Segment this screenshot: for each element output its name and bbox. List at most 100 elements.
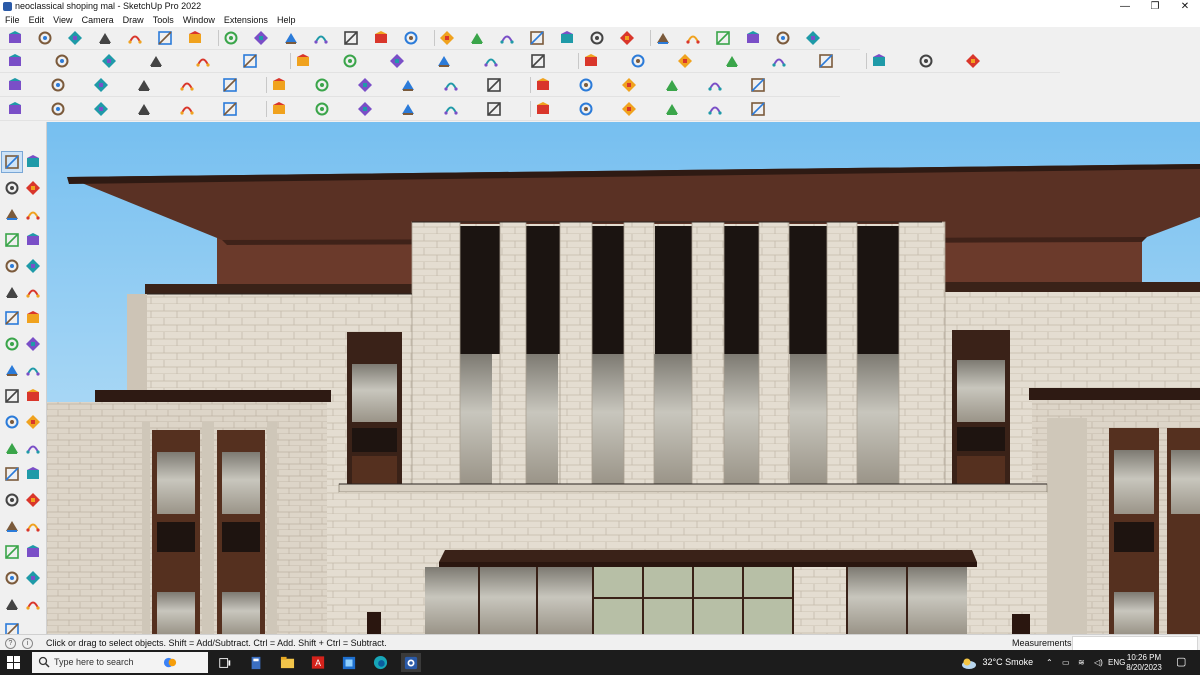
section-plane-icon[interactable] xyxy=(558,29,576,47)
line-icon[interactable] xyxy=(96,29,114,47)
info-icon[interactable]: i xyxy=(22,638,33,649)
tool-push-pull-icon[interactable] xyxy=(2,360,22,380)
close-button[interactable]: ✕ xyxy=(1170,0,1200,13)
help-icon[interactable]: ? xyxy=(5,638,16,649)
tool-freehand-icon[interactable] xyxy=(23,230,43,250)
edges-icon[interactable] xyxy=(582,52,600,70)
textured-icon[interactable] xyxy=(482,52,500,70)
text-icon[interactable] xyxy=(372,29,390,47)
sandbox-drape-icon[interactable] xyxy=(749,76,767,94)
pan-icon[interactable] xyxy=(468,29,486,47)
make-face-icon[interactable] xyxy=(663,76,681,94)
zoom-window-icon[interactable] xyxy=(528,29,546,47)
tool-follow-me-icon[interactable] xyxy=(23,334,43,354)
b-spline-icon[interactable] xyxy=(178,100,196,118)
front-view-icon[interactable] xyxy=(100,52,118,70)
orbit-icon[interactable] xyxy=(438,29,456,47)
sketchup-taskbar-icon[interactable] xyxy=(401,653,421,672)
battery-icon[interactable]: ▭ xyxy=(1062,650,1070,675)
array-icon[interactable] xyxy=(706,100,724,118)
weld-icon[interactable] xyxy=(620,76,638,94)
tool-pie-icon[interactable] xyxy=(23,308,43,328)
tool-walk-icon[interactable] xyxy=(2,594,22,614)
back-view-icon[interactable] xyxy=(194,52,212,70)
rotate-icon[interactable] xyxy=(252,29,270,47)
offset-icon[interactable] xyxy=(312,29,330,47)
menu-view[interactable]: View xyxy=(50,13,75,27)
tool-scale-icon[interactable] xyxy=(23,386,43,406)
fog-icon[interactable] xyxy=(744,29,762,47)
language-indicator[interactable]: ENG xyxy=(1108,650,1125,675)
joint-push-pull-icon[interactable] xyxy=(356,76,374,94)
tool-protractor-icon[interactable] xyxy=(2,438,22,458)
subtract-icon[interactable] xyxy=(770,52,788,70)
tool-zoom-icon[interactable] xyxy=(2,516,22,536)
weather-widget[interactable]: 32°C Smoke xyxy=(961,650,1033,675)
windows-start-icon[interactable] xyxy=(7,656,20,669)
profile-builder-icon[interactable] xyxy=(442,100,460,118)
news-widget-icon[interactable] xyxy=(160,653,180,672)
move-icon[interactable] xyxy=(222,29,240,47)
file-explorer-icon[interactable] xyxy=(277,653,297,672)
sandbox-icon[interactable] xyxy=(804,29,822,47)
zoom-icon[interactable] xyxy=(498,29,516,47)
minimize-button[interactable]: — xyxy=(1110,0,1140,13)
tape-measure-icon[interactable] xyxy=(342,29,360,47)
tool-move-icon[interactable] xyxy=(23,360,43,380)
tool-zoom-extents-icon[interactable] xyxy=(2,542,22,562)
split-icon[interactable] xyxy=(870,52,888,70)
hidden-line-icon[interactable] xyxy=(388,52,406,70)
tool-3d-text-icon[interactable] xyxy=(23,464,43,484)
maximize-button[interactable]: ❐ xyxy=(1140,0,1170,13)
wifi-icon[interactable]: ≋ xyxy=(1078,650,1085,675)
fredo-scale-icon[interactable] xyxy=(442,76,460,94)
extrude-icon[interactable] xyxy=(6,76,24,94)
shaded-icon[interactable] xyxy=(435,52,453,70)
tool-arc-icon[interactable] xyxy=(2,308,22,328)
offset-curve-icon[interactable] xyxy=(270,100,288,118)
menu-window[interactable]: Window xyxy=(180,13,218,27)
tool-previous-view-icon[interactable] xyxy=(23,542,43,562)
shape-bender-icon[interactable] xyxy=(270,76,288,94)
shadows-icon[interactable] xyxy=(714,29,732,47)
tool-rectangle-icon[interactable] xyxy=(2,256,22,276)
edge-browser-icon[interactable] xyxy=(370,653,390,672)
match-photo-icon[interactable] xyxy=(774,29,792,47)
tool-position-camera-icon[interactable] xyxy=(2,568,22,588)
door-tool-icon[interactable] xyxy=(620,100,638,118)
outer-shell-icon[interactable] xyxy=(629,52,647,70)
menu-help[interactable]: Help xyxy=(274,13,299,27)
extrude-edges-icon[interactable] xyxy=(313,100,331,118)
photoshop-icon[interactable] xyxy=(339,653,359,672)
task-view-icon[interactable] xyxy=(215,653,235,672)
menu-edit[interactable]: Edit xyxy=(26,13,48,27)
fillet-icon[interactable] xyxy=(135,76,153,94)
catmull-icon[interactable] xyxy=(92,100,110,118)
tool-select-icon[interactable] xyxy=(1,151,23,173)
components-icon[interactable] xyxy=(618,29,636,47)
flowify-icon[interactable] xyxy=(313,76,331,94)
mirror-icon[interactable] xyxy=(749,100,767,118)
roof-icon[interactable] xyxy=(485,100,503,118)
window-tool-icon[interactable] xyxy=(577,100,595,118)
solid-inspector-icon[interactable] xyxy=(964,52,982,70)
tool-orbit-2-icon[interactable] xyxy=(2,490,22,510)
railing-icon[interactable] xyxy=(663,100,681,118)
tool-rotated-rect-icon[interactable] xyxy=(23,256,43,276)
volume-icon[interactable]: ◁) xyxy=(1094,650,1103,675)
tool-tape-measure-icon[interactable] xyxy=(2,412,22,432)
layers-icon[interactable] xyxy=(588,29,606,47)
tool-dimension-icon[interactable] xyxy=(23,438,43,458)
bezier-icon[interactable] xyxy=(92,76,110,94)
tool-look-around-icon[interactable] xyxy=(23,568,43,588)
tool-line-icon[interactable] xyxy=(2,230,22,250)
zoom-extents-icon[interactable] xyxy=(6,29,24,47)
tool-tag-icon[interactable] xyxy=(23,204,43,224)
union-icon[interactable] xyxy=(723,52,741,70)
iso-view-icon[interactable] xyxy=(6,52,24,70)
styles-icon[interactable] xyxy=(684,29,702,47)
tool-rotate-icon[interactable] xyxy=(2,386,22,406)
paint-bucket-icon[interactable] xyxy=(402,29,420,47)
tube-along-icon[interactable] xyxy=(399,100,417,118)
bezier-spline-icon[interactable] xyxy=(6,100,24,118)
